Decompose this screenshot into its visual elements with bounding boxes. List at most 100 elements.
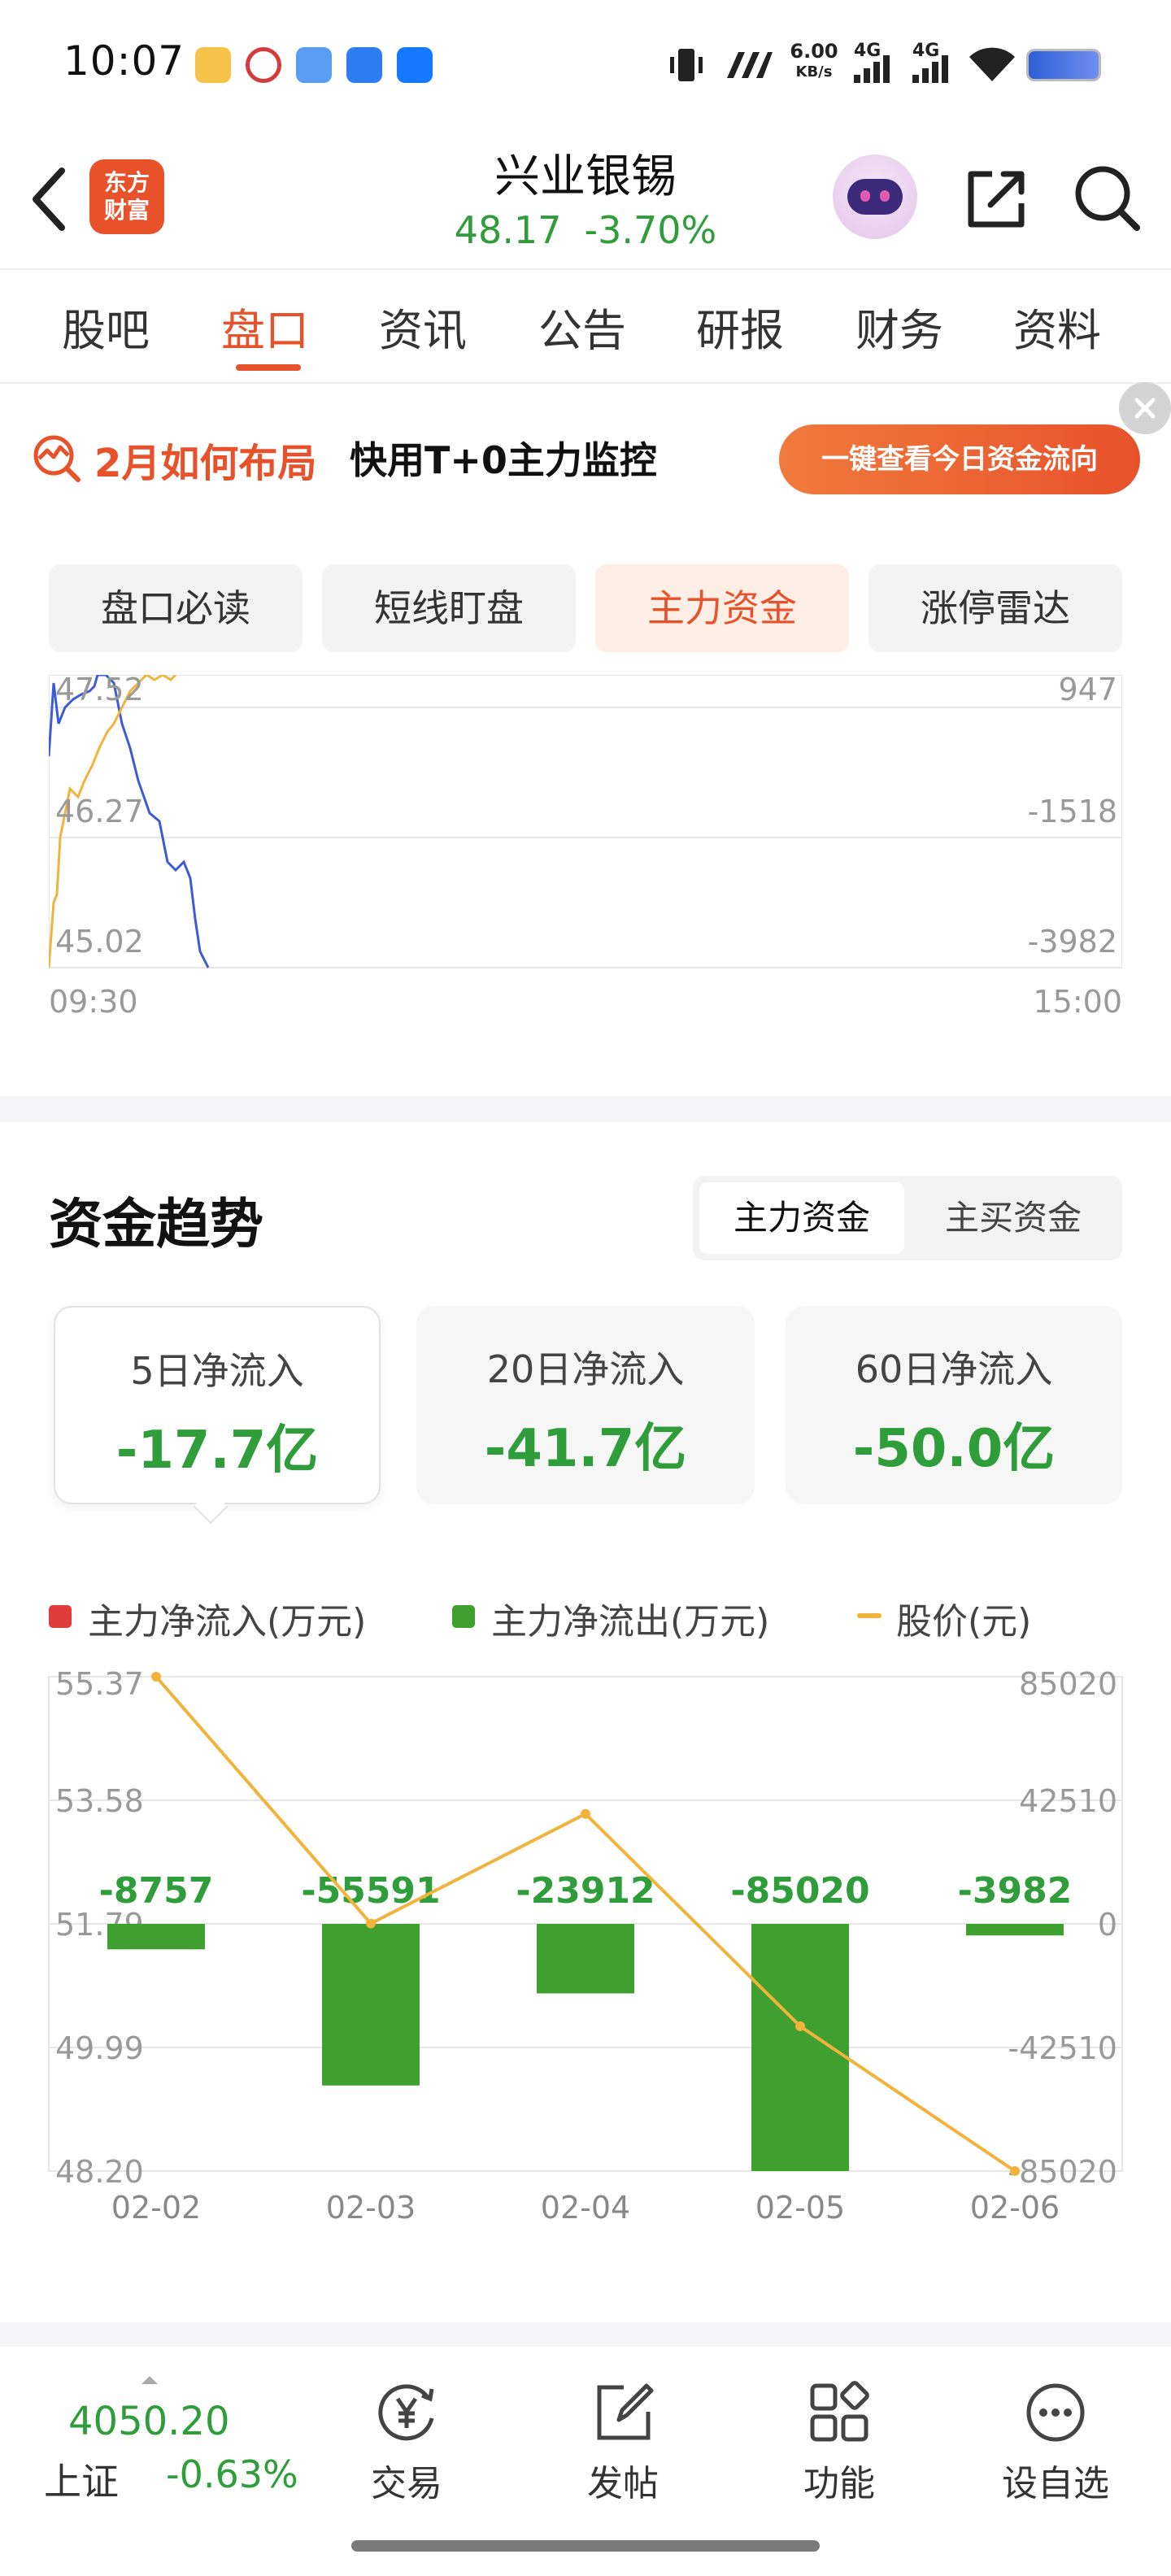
net-speed: 6.00 KB/s [786,41,842,83]
stock-change: -3.70% [584,208,717,252]
stock-name: 兴业银锡 [494,150,677,203]
intraday-left-tick-mid: 46.27 [55,794,144,829]
subtab-short-term[interactable]: 短线盯盘 [322,564,576,652]
stock-quote: 48.17 -3.70% [423,208,748,252]
bar-02-03 [322,1924,420,2086]
legend-outflow: 主力净流出(万元) [452,1592,769,1644]
price-point [581,1808,590,1819]
index-name[interactable]: 上证 [44,2452,119,2506]
card-5d-label: 5日净流入 [130,1349,304,1393]
section-divider-bottom [0,2322,1171,2347]
card-20d-label: 20日净流入 [486,1347,685,1391]
tab-finance[interactable]: 财务 [855,294,943,359]
left-tick-label: 48.20 [55,2154,144,2190]
legend-inflow-swatch [49,1605,72,1628]
bar-value-label: -8757 [99,1870,214,1912]
signal-2-icon [912,55,948,83]
tab-news[interactable]: 资讯 [379,294,467,359]
status-time: 10:07 [63,37,185,85]
price-point [1010,2166,1020,2176]
promo-title: 2月如何布局 [94,441,317,486]
nav-post[interactable]: 发帖 [550,2376,696,2514]
active-tab-indicator [236,364,301,371]
tabs-divider [0,382,1171,384]
app-logo: 东方 财富 [89,159,164,234]
bar-value-label: -85020 [730,1870,869,1912]
caret-up-icon [141,2376,158,2384]
intraday-right-tick-bottom: -3982 [1027,924,1117,959]
nav-functions[interactable]: 功能 [766,2376,912,2514]
left-tick-label: 55.37 [55,1666,144,1702]
subtab-must-read[interactable]: 盘口必读 [49,564,303,652]
intraday-time-end: 15:00 [1033,984,1122,1020]
card-60d-inflow[interactable]: 60日净流入 -50.0亿 [786,1306,1122,1504]
price-point [795,2021,805,2031]
legend-inflow: 主力净流入(万元) [49,1592,366,1644]
tab-research[interactable]: 研报 [696,294,784,359]
promo-close-button[interactable] [1119,382,1171,434]
wifi-icon [969,47,1015,81]
tab-profile[interactable]: 资料 [1013,294,1101,359]
legend-price-swatch [857,1613,882,1618]
intraday-right-tick-top: 947 [1058,672,1117,707]
nav-trade[interactable]: 交易 [333,2376,480,2514]
right-tick-label: -42510 [1008,2030,1117,2066]
tab-guba[interactable]: 股吧 [62,294,150,359]
card-5d-value: -17.7亿 [115,1421,319,1481]
subtab-limit-up-radar[interactable]: 涨停雷达 [868,564,1122,652]
logo-line1: 东方 [103,169,150,196]
legend-inflow-label: 主力净流入(万元) [88,1601,367,1643]
x-tick-label: 02-06 [970,2190,1060,2226]
price-point [366,1918,376,1929]
home-indicator[interactable] [351,2540,820,2552]
fund-monitor-icon [33,435,81,482]
tab-pankou[interactable]: 盘口 [221,294,309,359]
bar-value-label: -3982 [958,1870,1073,1912]
x-tick-label: 02-02 [111,2190,201,2226]
view-fund-flow-button[interactable]: 一键查看今日资金流向 [779,424,1140,494]
left-tick-label: 53.58 [55,1783,144,1819]
weibo-icon [195,47,231,83]
x-tick-label: 02-04 [541,2190,630,2226]
bar-02-02 [107,1924,205,1950]
intraday-right-tick-mid: -1518 [1027,794,1117,829]
intraday-time-start: 09:30 [49,984,138,1020]
nav-functions-label: 功能 [803,2463,875,2504]
card-20d-inflow[interactable]: 20日净流入 -41.7亿 [416,1306,755,1504]
fund-trend-chart: 55.37 8502053.58 4251051.79 049.99 -4251048.… [48,1666,1123,2226]
back-button[interactable] [24,163,73,236]
nav-add-watchlist[interactable]: 设自选 [982,2376,1129,2514]
yen-cycle-icon [378,2384,434,2441]
toggle-main-buy[interactable]: 主买资金 [911,1182,1116,1254]
subtab-main-funds[interactable]: 主力资金 [595,564,849,652]
search-icon[interactable] [1070,161,1143,234]
nav-post-label: 发帖 [587,2463,659,2504]
nfc-icon [727,52,773,78]
stock-price: 48.17 [454,208,562,252]
edit-icon [597,2383,654,2440]
toggle-main-funds[interactable]: 主力资金 [699,1182,904,1254]
robot-assistant-icon[interactable] [833,154,917,239]
share-icon[interactable] [960,163,1033,236]
nav-add-watchlist-label: 设自选 [1002,2463,1109,2504]
status-bar: 10:07 6.00 KB/s 4G 4G [0,0,1171,122]
tab-announcements[interactable]: 公告 [538,294,626,359]
index-value[interactable]: 4050.20 [68,2399,230,2444]
net-speed-value: 6.00 [790,40,838,63]
feather-icon [346,47,382,83]
legend-outflow-swatch [452,1605,475,1628]
intraday-fund-chart: 47.52 46.27 45.02 947 -1518 -3982 09:30 … [47,672,1123,1020]
x-tick-label: 02-03 [326,2190,416,2226]
intraday-plot [47,673,1123,968]
card-60d-label: 60日净流入 [855,1347,1053,1391]
index-change[interactable]: -0.63% [166,2452,298,2496]
cloud-icon [296,47,332,83]
bar-value-label: -23912 [516,1870,655,1912]
net-speed-unit: KB/s [795,63,833,80]
battery-icon [1026,49,1101,81]
section-divider [0,1096,1171,1122]
legend-outflow-label: 主力净流出(万元) [491,1601,770,1643]
bar-value-label: -55591 [301,1870,440,1912]
card-5d-inflow[interactable]: 5日净流入 -17.7亿 [54,1306,381,1504]
alipay-icon [397,47,433,83]
